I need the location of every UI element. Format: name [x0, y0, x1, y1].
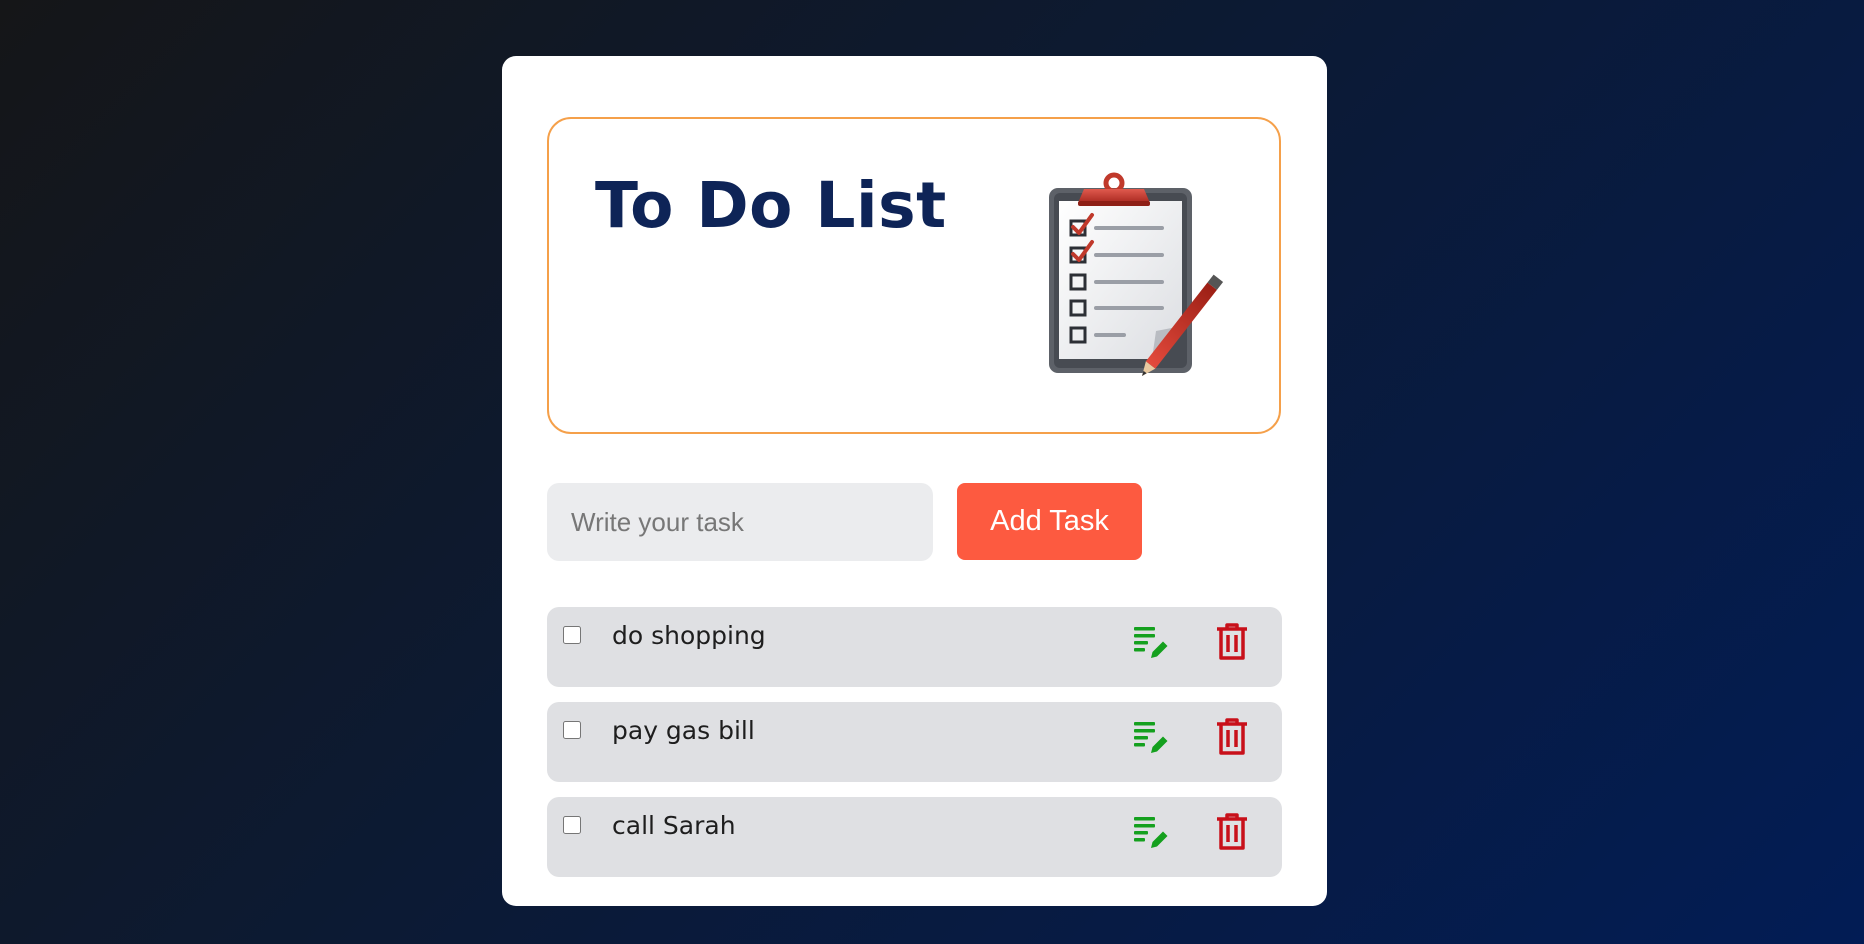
clipboard-checklist-icon	[1049, 172, 1224, 376]
delete-button[interactable]	[1211, 623, 1253, 663]
trash-icon	[1217, 623, 1247, 660]
page-title: To Do List	[595, 169, 947, 242]
todo-card: To Do List Write your task Add Task do s…	[502, 56, 1327, 906]
task-text: pay gas bill	[612, 716, 755, 745]
trash-icon	[1217, 718, 1247, 755]
delete-button[interactable]	[1211, 718, 1253, 758]
delete-button[interactable]	[1211, 813, 1253, 853]
edit-button[interactable]	[1130, 813, 1172, 853]
task-input[interactable]	[547, 483, 933, 561]
edit-list-icon	[1134, 627, 1168, 658]
edit-list-icon	[1134, 817, 1168, 848]
header-box: To Do List	[547, 117, 1281, 434]
task-checkbox[interactable]	[563, 626, 581, 644]
add-task-button[interactable]: Add Task	[957, 483, 1142, 560]
task-checkbox[interactable]	[563, 816, 581, 834]
task-text: do shopping	[612, 621, 766, 650]
task-item: call Sarah	[547, 797, 1282, 877]
task-item: do shopping	[547, 607, 1282, 687]
edit-button[interactable]	[1130, 623, 1172, 663]
trash-icon	[1217, 813, 1247, 850]
edit-button[interactable]	[1130, 718, 1172, 758]
task-checkbox[interactable]	[563, 721, 581, 739]
task-list: do shopping pay gas bill call Sarah	[547, 607, 1282, 892]
edit-list-icon	[1134, 722, 1168, 753]
task-text: call Sarah	[612, 811, 736, 840]
task-item: pay gas bill	[547, 702, 1282, 782]
